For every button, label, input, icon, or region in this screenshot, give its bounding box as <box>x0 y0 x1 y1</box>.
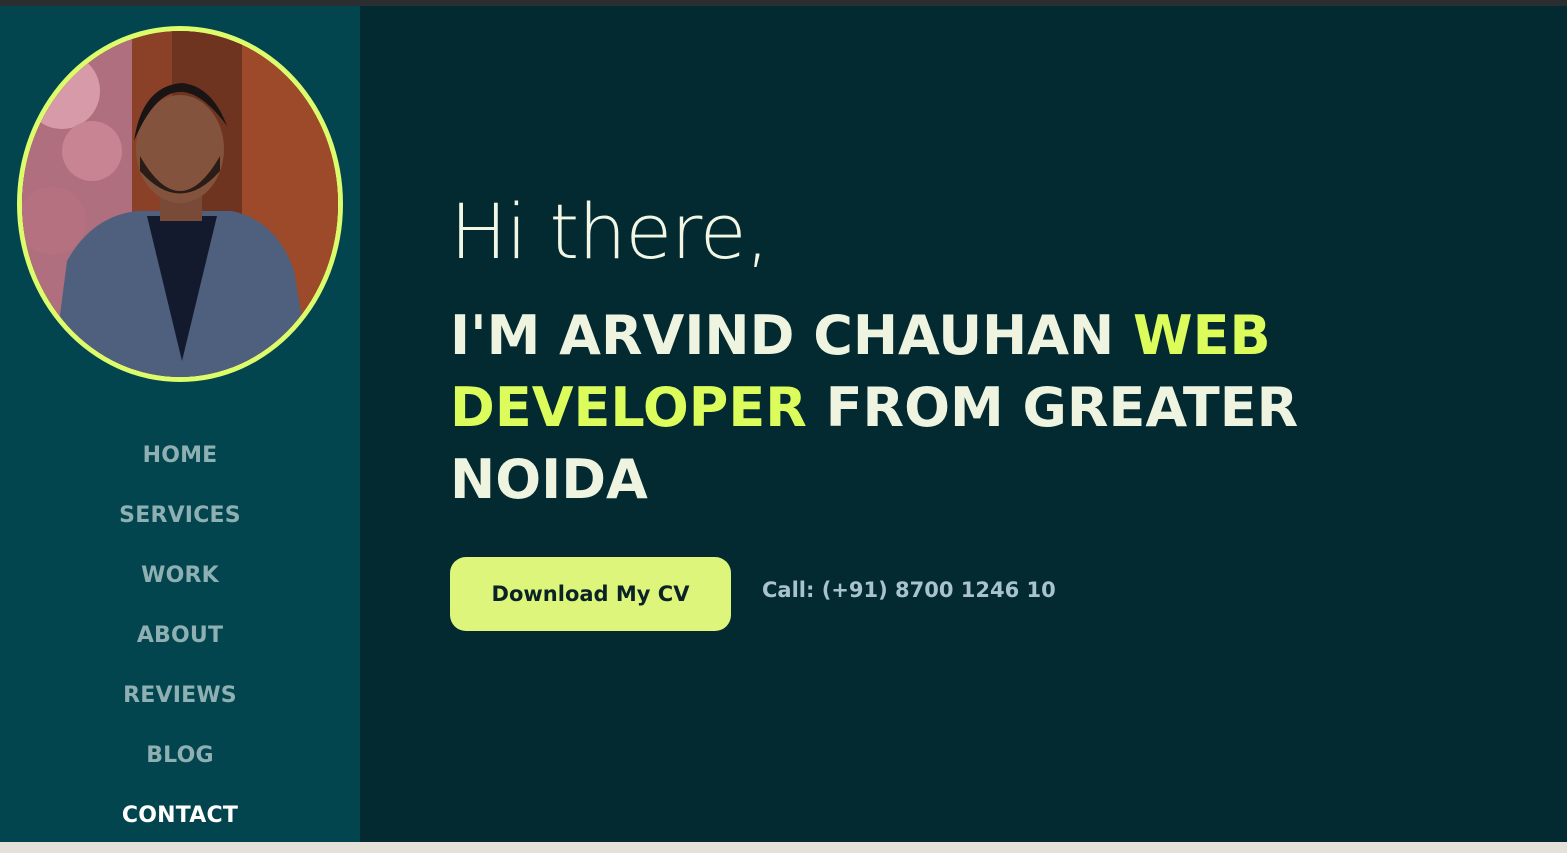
nav-item-work[interactable]: WORK <box>0 551 360 611</box>
call-phone-link[interactable]: Call: (+91) 8700 1246 10 <box>762 578 1056 602</box>
nav-item-home[interactable]: HOME <box>0 431 360 491</box>
profile-photo <box>22 31 338 377</box>
download-cv-button[interactable]: Download My CV <box>450 557 731 631</box>
hero-headline: I'M ARVIND CHAUHAN WEB DEVELOPER FROM GR… <box>450 300 1310 516</box>
main-nav: HOME SERVICES WORK ABOUT REVIEWS BLOG CO… <box>0 431 360 851</box>
headline-name: I'M ARVIND CHAUHAN <box>450 304 1134 367</box>
window-bottom-edge <box>0 842 1567 853</box>
greeting-text: Hi there, <box>450 187 770 276</box>
nav-item-reviews[interactable]: REVIEWS <box>0 671 360 731</box>
nav-item-about[interactable]: ABOUT <box>0 611 360 671</box>
nav-item-services[interactable]: SERVICES <box>0 491 360 551</box>
nav-item-blog[interactable]: BLOG <box>0 731 360 791</box>
profile-avatar <box>17 26 343 382</box>
sidebar: HOME SERVICES WORK ABOUT REVIEWS BLOG CO… <box>0 6 360 842</box>
hero-section: Hi there, I'M ARVIND CHAUHAN WEB DEVELOP… <box>360 6 1567 842</box>
